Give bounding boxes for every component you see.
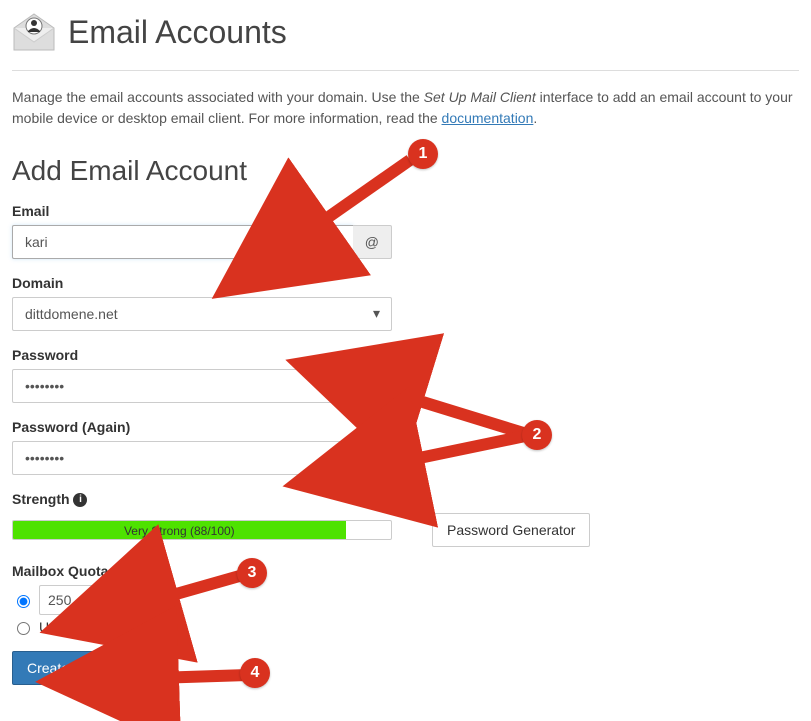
annotation-overlay [0,0,811,721]
